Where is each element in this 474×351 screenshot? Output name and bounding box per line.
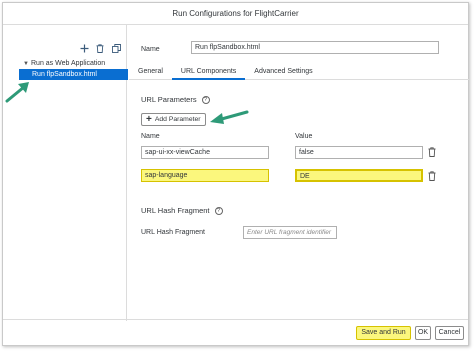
trash-icon[interactable] — [95, 43, 105, 53]
name-input[interactable]: Run flpSandbox.html — [191, 41, 439, 54]
delete-param-icon[interactable] — [428, 171, 436, 181]
column-header-value: Value — [295, 133, 313, 140]
annotation-arrow-icon — [210, 110, 249, 124]
tree-group-label: Run as Web Application — [31, 60, 106, 67]
dialog-title: Run Configurations for FlightCarrier — [3, 3, 468, 25]
url-hash-heading: URL Hash Fragment? — [141, 206, 223, 216]
plus-icon: + — [146, 113, 152, 125]
hash-fragment-label: URL Hash Fragment — [141, 229, 205, 236]
configuration-details: Name Run flpSandbox.html General URL Com… — [129, 25, 469, 321]
annotation-arrow-icon — [5, 82, 29, 103]
add-icon[interactable] — [79, 43, 89, 53]
cancel-button[interactable]: Cancel — [435, 326, 464, 340]
add-parameter-label: Add Parameter — [154, 116, 201, 123]
tree-group-web-application[interactable]: ▼ Run as Web Application — [21, 58, 129, 69]
configuration-tree: ▼ Run as Web Application Run flpSandbox.h… — [19, 58, 129, 80]
configurations-sidebar: ▼ Run as Web Application Run flpSandbox.h… — [3, 25, 129, 321]
ok-button[interactable]: OK — [415, 326, 431, 340]
tab-general[interactable]: General — [129, 65, 172, 80]
name-label: Name — [141, 46, 160, 53]
save-and-run-button[interactable]: Save and Run — [356, 326, 411, 340]
tree-item-label: Run flpSandbox.html — [32, 71, 97, 78]
hash-fragment-input[interactable]: Enter URL fragment identifier — [243, 226, 337, 239]
url-parameters-title: URL Parameters — [141, 95, 197, 104]
help-icon[interactable]: ? — [201, 96, 210, 105]
tab-bar: General URL Components Advanced Settings — [129, 65, 469, 80]
delete-param-icon[interactable] — [428, 147, 436, 157]
copy-icon[interactable] — [111, 43, 121, 53]
tab-advanced-settings[interactable]: Advanced Settings — [245, 65, 321, 80]
param-name-input[interactable]: sap-ui-xx-viewCache — [141, 146, 269, 159]
url-hash-title: URL Hash Fragment — [141, 206, 210, 215]
tree-item-run-flpsandbox[interactable]: Run flpSandbox.html — [19, 69, 128, 80]
run-configurations-dialog: Run Configurations for FlightCarrier ▼ Ru… — [2, 2, 469, 346]
param-value-input[interactable]: DE — [295, 169, 423, 182]
column-header-name: Name — [141, 133, 160, 140]
caret-down-icon[interactable]: ▼ — [23, 59, 31, 70]
help-icon[interactable]: ? — [214, 207, 223, 216]
sidebar-toolbar — [79, 43, 121, 53]
add-parameter-button[interactable]: + Add Parameter — [141, 113, 206, 126]
param-value-input[interactable]: false — [295, 146, 423, 159]
url-parameters-heading: URL Parameters? — [141, 95, 210, 105]
tab-url-components[interactable]: URL Components — [171, 65, 246, 80]
param-name-input[interactable]: sap-language — [141, 169, 269, 182]
dialog-footer: Save and Run OK Cancel — [3, 319, 468, 345]
